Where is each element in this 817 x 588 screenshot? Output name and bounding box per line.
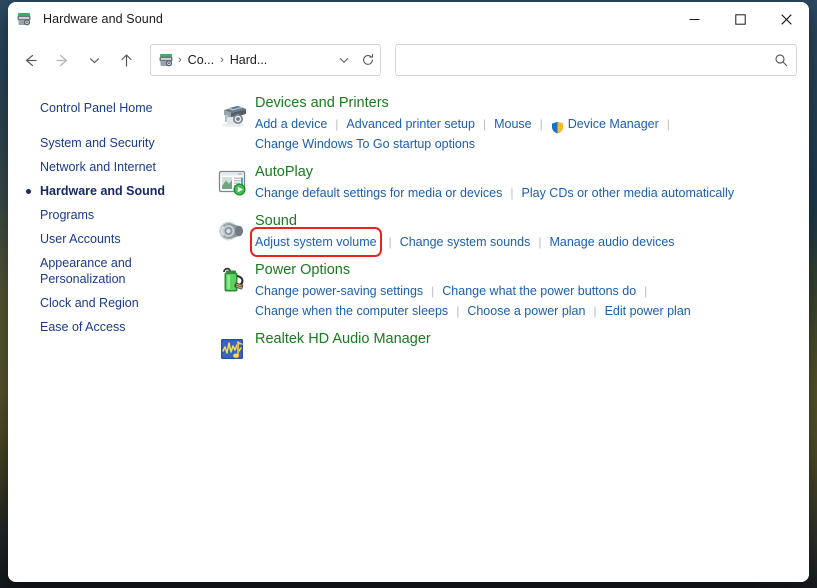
link-play-cds-or-other-media-automatically[interactable]: Play CDs or other media automatically: [522, 183, 735, 203]
search-input[interactable]: [396, 52, 766, 68]
category-links-row-1: Adjust system volume | Change system sou…: [250, 227, 809, 257]
back-button[interactable]: [14, 45, 46, 75]
link-separator: |: [482, 117, 487, 131]
link-adjust-system-volume[interactable]: Adjust system volume: [250, 227, 382, 257]
category-links-row-2: Change when the computer sleeps | Choose…: [255, 301, 809, 321]
sidebar: Control Panel Home System and Security N…: [8, 84, 211, 582]
window-title: Hardware and Sound: [43, 12, 163, 26]
link-separator: |: [456, 304, 460, 318]
breadcrumb-separator-2: ›: [220, 54, 224, 66]
sidebar-item-network-and-internet[interactable]: Network and Internet: [8, 155, 211, 179]
link-change-system-sounds[interactable]: Change system sounds: [400, 232, 531, 252]
breadcrumb-printer-camera-icon: [158, 51, 176, 69]
link-change-power-saving-settings[interactable]: Change power-saving settings: [255, 281, 423, 301]
category-title-autoplay[interactable]: AutoPlay: [255, 162, 313, 182]
up-button[interactable]: [110, 45, 142, 75]
breadcrumb-separator-1: ›: [178, 54, 182, 66]
search-box[interactable]: [395, 44, 797, 76]
window-controls: [671, 2, 809, 36]
breadcrumb-item-control-panel[interactable]: Co...: [184, 51, 218, 69]
category-power-options: Power Options Change power-saving settin…: [211, 259, 809, 321]
realtek-audio-icon[interactable]: [211, 328, 255, 365]
link-change-what-the-power-buttons-do[interactable]: Change what the power buttons do: [442, 281, 636, 301]
category-title-power-options[interactable]: Power Options: [255, 260, 350, 280]
category-body: AutoPlay Change default settings for med…: [255, 161, 809, 203]
sidebar-item-ease-of-access[interactable]: Ease of Access: [8, 315, 211, 339]
category-body: Sound Adjust system volume | Change syst…: [250, 210, 809, 257]
category-title-sound[interactable]: Sound: [255, 211, 297, 231]
link-separator: |: [510, 186, 514, 200]
shield-icon: [551, 120, 564, 133]
link-separator: |: [335, 117, 339, 131]
link-separator: |: [388, 235, 392, 249]
navigation-toolbar: › Co... › Hard...: [8, 36, 809, 84]
link-edit-power-plan[interactable]: Edit power plan: [605, 301, 691, 321]
recent-locations-button[interactable]: [78, 45, 110, 75]
link-separator: |: [593, 304, 597, 318]
category-title-realtek-hd-audio-manager[interactable]: Realtek HD Audio Manager: [255, 329, 431, 349]
link-mouse[interactable]: Mouse: [494, 114, 532, 134]
maximize-button[interactable]: [717, 2, 763, 36]
link-separator: |: [431, 284, 435, 298]
link-change-windows-to-go-startup-options[interactable]: Change Windows To Go startup options: [255, 134, 475, 154]
sidebar-item-system-and-security[interactable]: System and Security: [8, 131, 211, 155]
control-panel-window: Hardware and Sound › Co... › Hard... Con…: [8, 2, 809, 582]
link-change-when-the-computer-sleeps[interactable]: Change when the computer sleeps: [255, 301, 448, 321]
breadcrumb-chevron-down-icon[interactable]: [332, 47, 356, 73]
category-autoplay: AutoPlay Change default settings for med…: [211, 161, 809, 203]
printer-camera-icon: [16, 10, 34, 28]
window-content: Control Panel Home System and Security N…: [8, 84, 809, 582]
category-list: Devices and Printers Add a device | Adva…: [211, 84, 809, 582]
sidebar-item-appearance-and-personalization[interactable]: Appearance and Personalization: [8, 251, 211, 291]
sidebar-item-control-panel-home[interactable]: Control Panel Home: [8, 96, 211, 120]
refresh-icon[interactable]: [356, 47, 380, 73]
link-separator: |: [666, 117, 670, 131]
speaker-icon[interactable]: [211, 210, 255, 252]
link-device-manager[interactable]: Device Manager: [568, 114, 659, 134]
category-links-row-1: Change default settings for media or dev…: [255, 183, 809, 203]
forward-button[interactable]: [46, 45, 78, 75]
category-body: Power Options Change power-saving settin…: [255, 259, 809, 321]
title-bar: Hardware and Sound: [8, 2, 809, 36]
printer-device-icon[interactable]: [211, 92, 255, 154]
category-body: Devices and Printers Add a device | Adva…: [255, 92, 809, 154]
category-links-row-2: Change Windows To Go startup options: [255, 134, 809, 154]
search-icon[interactable]: [766, 53, 796, 67]
link-separator: |: [539, 117, 543, 131]
link-separator: |: [644, 284, 648, 298]
category-title-devices-and-printers[interactable]: Devices and Printers: [255, 93, 389, 113]
category-realtek-hd-audio-manager: Realtek HD Audio Manager: [211, 328, 809, 365]
sidebar-item-user-accounts[interactable]: User Accounts: [8, 227, 211, 251]
category-sound: Sound Adjust system volume | Change syst…: [211, 210, 809, 257]
autoplay-icon[interactable]: [211, 161, 255, 203]
link-manage-audio-devices[interactable]: Manage audio devices: [549, 232, 674, 252]
sidebar-item-clock-and-region[interactable]: Clock and Region: [8, 291, 211, 315]
link-add-a-device[interactable]: Add a device: [255, 114, 327, 134]
category-body: Realtek HD Audio Manager: [255, 328, 809, 365]
link-separator: |: [538, 235, 542, 249]
battery-power-icon[interactable]: [211, 259, 255, 321]
sidebar-item-programs[interactable]: Programs: [8, 203, 211, 227]
category-devices-and-printers: Devices and Printers Add a device | Adva…: [211, 92, 809, 154]
link-choose-a-power-plan[interactable]: Choose a power plan: [467, 301, 585, 321]
link-advanced-printer-setup[interactable]: Advanced printer setup: [346, 114, 475, 134]
category-links-row-1: Add a device | Advanced printer setup | …: [255, 114, 809, 134]
address-bar[interactable]: › Co... › Hard...: [150, 44, 381, 76]
minimize-button[interactable]: [671, 2, 717, 36]
link-change-default-settings-for-media-or-devices[interactable]: Change default settings for media or dev…: [255, 183, 502, 203]
category-links-row-1: Change power-saving settings | Change wh…: [255, 281, 809, 301]
sidebar-item-hardware-and-sound[interactable]: Hardware and Sound: [8, 179, 211, 203]
breadcrumb-item-hardware-and-sound[interactable]: Hard...: [226, 51, 272, 69]
close-button[interactable]: [763, 2, 809, 36]
